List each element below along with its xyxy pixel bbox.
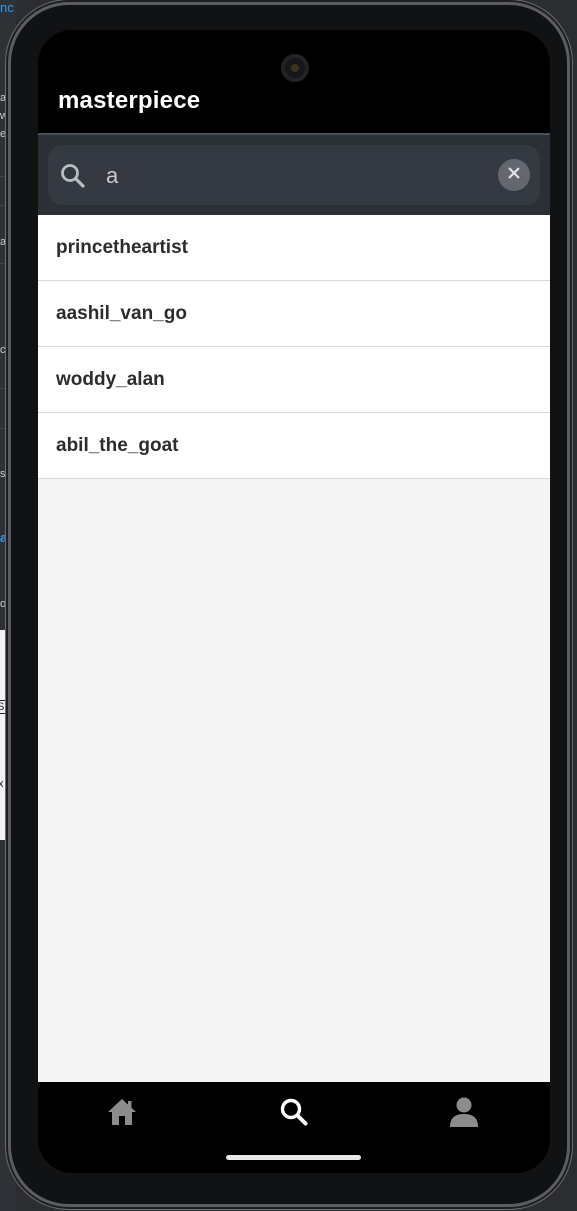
search-icon — [279, 1097, 309, 1132]
username-label: abil_the_goat — [56, 434, 179, 456]
search-box[interactable] — [48, 145, 540, 205]
search-bar-container — [38, 133, 550, 217]
list-item[interactable]: princetheartist — [38, 215, 550, 281]
app-title: masterpiece — [58, 87, 201, 114]
username-label: princetheartist — [56, 236, 188, 258]
search-icon — [60, 163, 86, 189]
background-text: ar — [0, 236, 10, 248]
phone-frame: masterpiece a princetheartist aashil_van… — [11, 5, 567, 1204]
username-label: woddy_alan — [56, 368, 165, 390]
profile-icon — [449, 1096, 479, 1133]
nav-profile-button[interactable] — [444, 1094, 484, 1134]
front-camera — [281, 54, 309, 82]
background-text: x — [0, 778, 4, 790]
phone-screen: masterpiece a princetheartist aashil_van… — [38, 30, 550, 1173]
bottom-navigation — [38, 1082, 550, 1173]
background-text: er — [0, 128, 10, 140]
username-label: aashil_van_go — [56, 302, 187, 324]
nav-search-button[interactable] — [274, 1094, 314, 1134]
list-item[interactable]: aashil_van_go — [38, 281, 550, 347]
list-item[interactable]: abil_the_goat — [38, 413, 550, 479]
nav-home-button[interactable] — [102, 1094, 142, 1134]
search-input[interactable] — [104, 159, 488, 193]
close-icon — [506, 165, 522, 186]
search-results-list: princetheartist aashil_van_go woddy_alan… — [38, 215, 550, 1082]
home-icon — [106, 1096, 138, 1133]
background-text: nc — [0, 0, 14, 15]
list-item[interactable]: woddy_alan — [38, 347, 550, 413]
clear-search-button[interactable] — [498, 159, 530, 191]
gesture-home-indicator[interactable] — [226, 1155, 361, 1160]
background-text: S — [0, 700, 8, 714]
background-text: co — [0, 344, 12, 356]
